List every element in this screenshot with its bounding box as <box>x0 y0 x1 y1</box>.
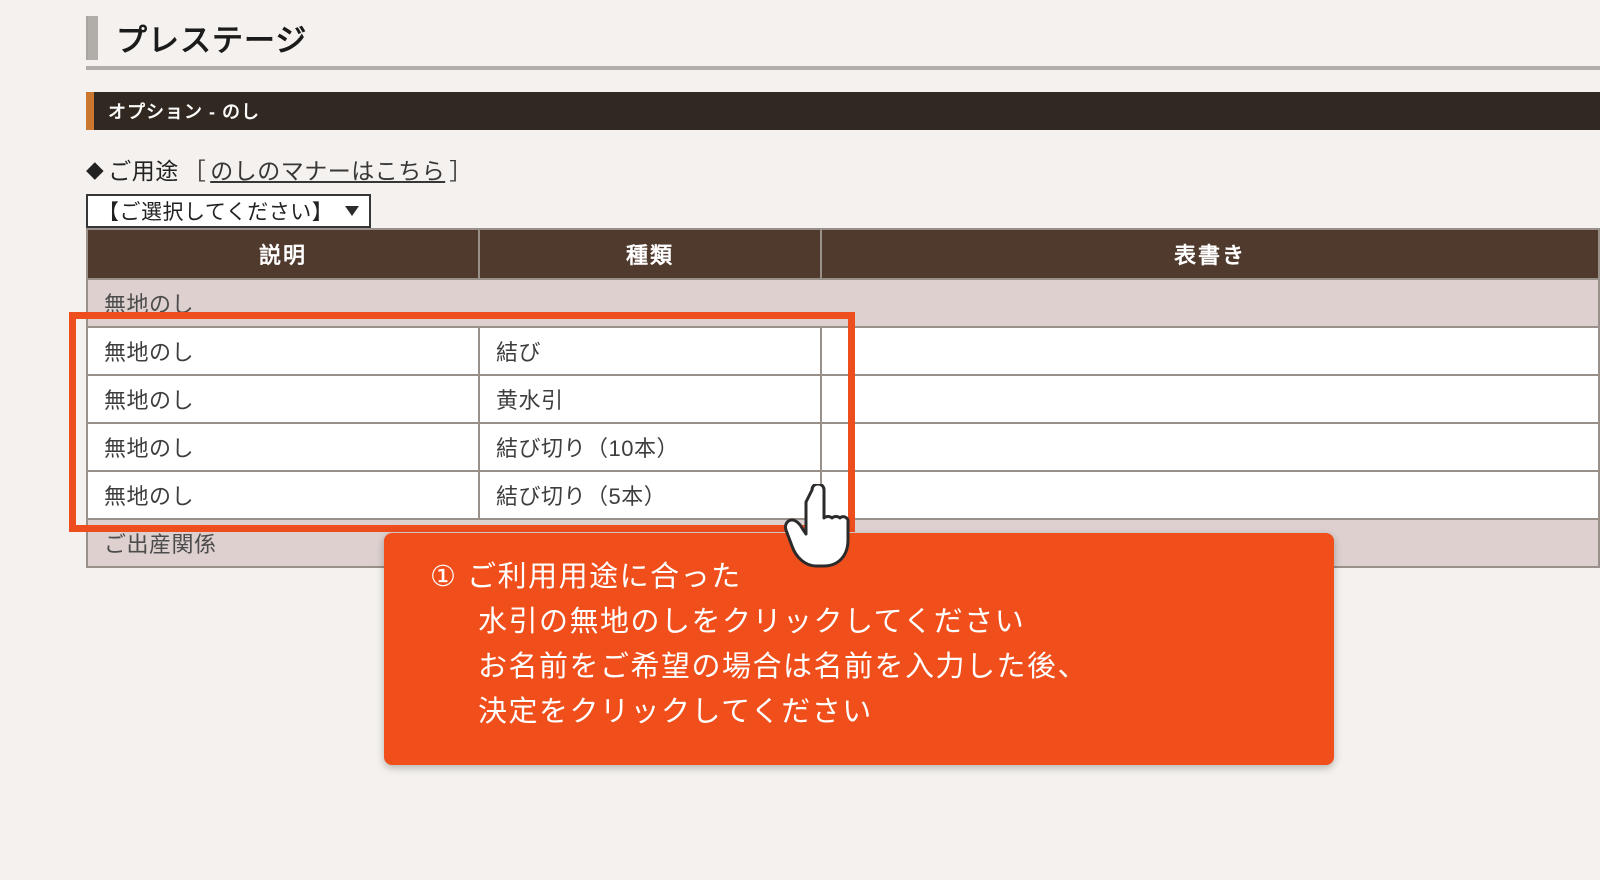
cell-type[interactable]: 黄水引 <box>479 375 821 423</box>
col-title: 表書き <box>821 229 1599 279</box>
usage-prompt: ◆ ご用途 ［ のしのマナーはこちら ］ <box>86 152 1600 186</box>
cell-desc[interactable]: 無地のし <box>87 423 479 471</box>
cell-type[interactable]: 結び切り（5本） <box>479 471 821 519</box>
callout-line-2: 水引の無地のしをクリックしてください <box>478 600 1306 645</box>
cell-type[interactable]: 結び <box>479 327 821 375</box>
noshi-manner-link[interactable]: のしのマナーはこちら <box>210 152 445 186</box>
page-title-bar: プレステージ <box>86 4 1600 66</box>
callout-line-3: お名前をご希望の場合は名前を入力した後、 <box>478 645 1306 690</box>
cell-desc[interactable]: 無地のし <box>87 471 479 519</box>
col-desc: 説明 <box>87 229 479 279</box>
table-row: 無地のし 結び <box>87 327 1599 375</box>
col-type: 種類 <box>479 229 821 279</box>
bracket-close: ］ <box>449 152 473 186</box>
instruction-callout: ① ご利用用途に合った 水引の無地のしをクリックしてください お名前をご希望の場… <box>384 533 1334 765</box>
section-header: オプション - のし <box>86 92 1600 130</box>
table-row: 無地のし 黄水引 <box>87 375 1599 423</box>
title-marker <box>86 16 98 60</box>
cell-desc[interactable]: 無地のし <box>87 375 479 423</box>
table-row: 無地のし 結び切り（10本） <box>87 423 1599 471</box>
callout-line-4: 決定をクリックしてください <box>478 690 1306 735</box>
usage-select-value: 【ご選択してください】 <box>98 196 333 226</box>
section-header-label: オプション - のし <box>108 98 260 124</box>
chevron-down-icon <box>345 206 359 216</box>
callout-number: ① <box>430 555 458 600</box>
cell-type[interactable]: 結び切り（10本） <box>479 423 821 471</box>
pointer-hand-icon <box>782 484 858 568</box>
title-underline <box>86 66 1600 70</box>
diamond-icon: ◆ <box>86 156 104 183</box>
page-title: プレステージ <box>116 15 307 60</box>
callout-line-1: ご利用用途に合った <box>467 561 742 593</box>
cell-title[interactable] <box>821 471 1599 519</box>
usage-select[interactable]: 【ご選択してください】 <box>86 194 371 228</box>
cell-title[interactable] <box>821 423 1599 471</box>
cell-desc[interactable]: 無地のし <box>87 327 479 375</box>
cell-title[interactable] <box>821 327 1599 375</box>
bracket-open: ［ <box>183 152 207 186</box>
cell-title[interactable] <box>821 375 1599 423</box>
usage-prompt-label: ご用途 <box>108 152 179 186</box>
table-subheader: 無地のし <box>87 279 1599 327</box>
